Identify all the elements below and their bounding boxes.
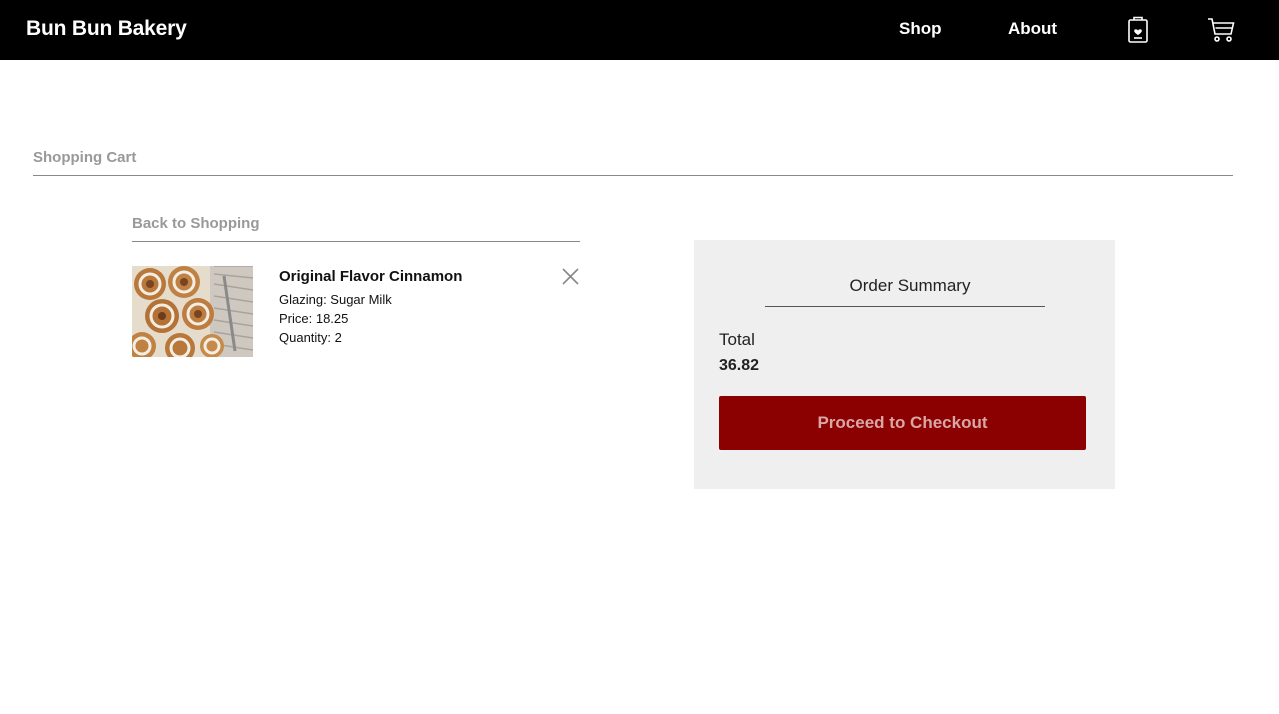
close-icon [561,267,579,285]
cart-icon[interactable] [1205,14,1237,46]
total-value: 36.82 [719,357,760,374]
brand-logo[interactable]: Bun Bun Bakery [26,17,187,41]
order-summary-panel: Order Summary Total 36.82 Proceed to Che… [694,240,1115,489]
wishlist-icon[interactable] [1122,14,1154,46]
item-price: Price: 18.25 [279,311,349,326]
cinnamon-roll-image [132,266,253,357]
navbar: Bun Bun Bakery Shop About [0,0,1279,60]
nav-link-shop[interactable]: Shop [899,19,942,39]
order-summary-title: Order Summary [849,276,971,295]
checkout-button[interactable]: Proceed to Checkout [719,396,1086,450]
item-name: Original Flavor Cinnamon [279,268,463,285]
total-label: Total [719,330,755,349]
remove-item-button[interactable] [560,266,580,286]
order-summary-divider [765,306,1045,307]
nav-link-about[interactable]: About [1008,19,1057,39]
title-divider [33,175,1233,176]
back-to-shopping-link[interactable]: Back to Shopping [132,215,260,232]
cart-item: Original Flavor Cinnamon Glazing: Sugar … [132,266,580,358]
back-link-divider [132,241,580,242]
item-quantity: Quantity: 2 [279,330,342,345]
cart-item-info: Original Flavor Cinnamon Glazing: Sugar … [279,268,462,347]
page-title: Shopping Cart [33,149,137,166]
item-glazing: Glazing: Sugar Milk [279,292,392,307]
